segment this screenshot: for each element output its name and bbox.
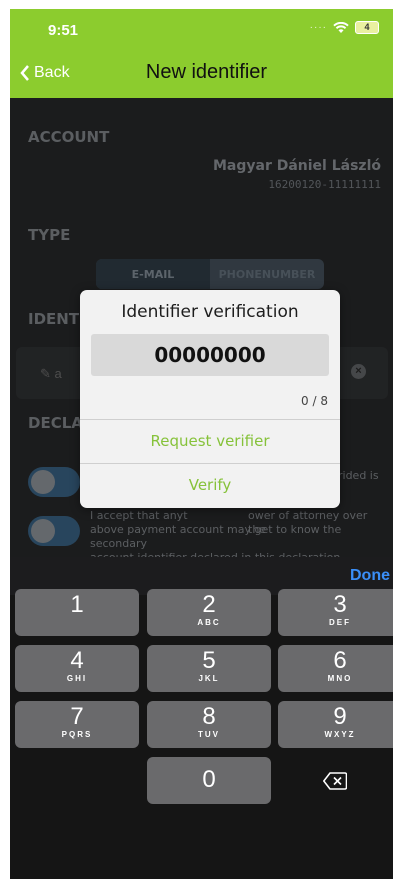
key-0[interactable]: 0 bbox=[147, 757, 271, 804]
key-digit: 7 bbox=[70, 703, 84, 730]
key-4[interactable]: 4 GHI bbox=[15, 645, 139, 692]
key-9[interactable]: 9 WXYZ bbox=[278, 701, 393, 748]
key-letters: JKL bbox=[198, 674, 220, 683]
key-digit: 4 bbox=[70, 647, 84, 674]
key-digit: 1 bbox=[70, 591, 84, 618]
backspace-icon bbox=[323, 771, 347, 790]
backspace-key[interactable] bbox=[273, 757, 393, 804]
battery-icon: 4 bbox=[355, 21, 379, 34]
wifi-icon bbox=[333, 21, 349, 33]
key-letters: PQRS bbox=[61, 730, 93, 739]
key-digit: 6 bbox=[333, 647, 347, 674]
key-letters: WXYZ bbox=[324, 730, 356, 739]
key-5[interactable]: 5 JKL bbox=[147, 645, 271, 692]
key-digit: 8 bbox=[202, 703, 216, 730]
key-1[interactable]: 1 bbox=[15, 589, 139, 636]
done-button[interactable]: Done bbox=[350, 567, 390, 585]
verify-button[interactable]: Verify bbox=[80, 464, 340, 507]
key-letters: DEF bbox=[329, 618, 351, 627]
key-8[interactable]: 8 TUV bbox=[147, 701, 271, 748]
top-bar: 9:51 ···· 4 Back New identifier bbox=[10, 9, 393, 98]
key-letters: GHI bbox=[66, 674, 88, 683]
numeric-keypad: 1 2 ABC 3 DEF 4 GHI 5 JKL 6 MNO 7 PQRS 8 TUV 9W… bbox=[10, 589, 393, 879]
key-7[interactable]: 7 PQRS bbox=[15, 701, 139, 748]
character-counter: 0 / 8 bbox=[301, 394, 328, 408]
key-letters: TUV bbox=[198, 730, 220, 739]
phone-screen: 9:51 ···· 4 Back New identifier ACCOUNT … bbox=[10, 9, 393, 879]
page-title: New identifier bbox=[145, 61, 268, 83]
verification-dialog: Identifier verification 00000000 0 / 8 R… bbox=[80, 290, 340, 508]
status-icons: ···· 4 bbox=[310, 21, 379, 34]
key-digit: 9 bbox=[333, 703, 347, 730]
key-3[interactable]: 3 DEF bbox=[278, 589, 393, 636]
status-time: 9:51 bbox=[48, 22, 79, 39]
key-digit: 0 bbox=[202, 766, 216, 793]
request-verifier-button[interactable]: Request verifier bbox=[80, 420, 340, 463]
key-digit: 5 bbox=[202, 647, 216, 674]
verification-code-input[interactable]: 00000000 bbox=[91, 334, 329, 376]
key-letters: MNO bbox=[327, 674, 353, 683]
key-2[interactable]: 2 ABC bbox=[147, 589, 271, 636]
key-digit: 2 bbox=[202, 591, 216, 618]
key-digit: 3 bbox=[333, 591, 347, 618]
signal-icon: ···· bbox=[309, 22, 327, 33]
dialog-title: Identifier verification bbox=[121, 302, 299, 322]
key-6[interactable]: 6 MNO bbox=[278, 645, 393, 692]
key-letters: ABC bbox=[197, 618, 221, 627]
